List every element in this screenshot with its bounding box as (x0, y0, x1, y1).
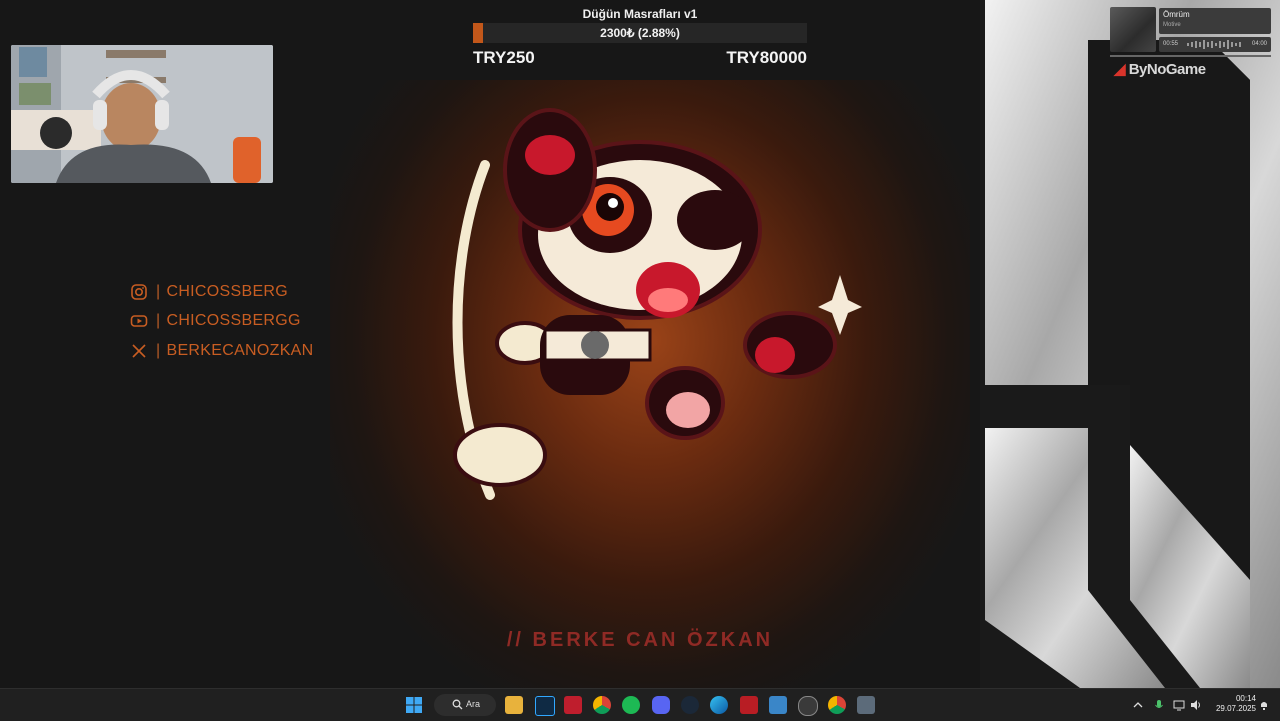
goal-title: Düğün Masrafları v1 (582, 7, 698, 21)
stream-overlay: Düğün Masrafları v1 2300₺ (2.88%) TRY250… (0, 0, 1280, 688)
photoshop-icon[interactable] (535, 696, 555, 716)
filezilla-icon[interactable] (564, 696, 582, 714)
windows-taskbar: Ara 00:14 29.07.2025 (0, 688, 1280, 721)
winamp-icon[interactable] (740, 696, 758, 714)
track-artist: Motive (1163, 22, 1181, 28)
x-icon (132, 344, 146, 358)
goal-amount: 2300₺ (2.88%) (600, 26, 680, 40)
track-progress: 00:55 04:00 (1159, 37, 1271, 52)
donation-goal-widget: Düğün Masrafları v1 2300₺ (2.88%) TRY250… (473, 6, 807, 67)
streamer-name-tagline: // BERKE CAN ÖZKAN (506, 629, 774, 651)
track-title: Ömrüm (1163, 10, 1190, 19)
network-icon[interactable] (1173, 699, 1185, 711)
app-icon[interactable] (769, 696, 787, 714)
social-links: | CHICOSSBERG | CHICOSSBERGG | BERKECANO… (130, 277, 314, 366)
track-info: Ömrüm Motive (1159, 8, 1271, 34)
clock-date: 29.07.2025 (1215, 704, 1256, 713)
right-logo-graphic (980, 0, 1280, 688)
goal-progress-bar: 2300₺ (2.88%) (473, 23, 807, 43)
waveform-icon (1187, 40, 1241, 49)
webcam-image (11, 45, 273, 183)
social-separator: | (156, 312, 161, 330)
bynogame-logo: ◢ ByNoGame (1114, 60, 1206, 78)
now-playing-progress-line (1110, 55, 1271, 57)
spotify-icon[interactable] (622, 696, 640, 714)
album-art (1110, 7, 1156, 52)
social-handle-youtube: CHICOSSBERGG (166, 312, 301, 330)
windows-start-icon[interactable] (405, 696, 423, 714)
taskbar-search[interactable]: Ara (434, 694, 496, 716)
notification-bell-icon[interactable] (1258, 699, 1270, 711)
social-separator: | (156, 282, 161, 300)
steam-icon[interactable] (681, 696, 699, 714)
brand-name: ByNoGame (1128, 61, 1206, 78)
social-separator: | (156, 341, 161, 359)
edge-icon[interactable] (710, 696, 728, 714)
social-youtube: | CHICOSSBERGG (130, 307, 314, 337)
bynogame-mark-icon: ◢ (1114, 61, 1126, 78)
webcam-feed (11, 45, 273, 183)
volume-icon[interactable] (1190, 699, 1202, 711)
file-explorer-icon[interactable] (505, 696, 523, 714)
calculator-icon[interactable] (857, 696, 875, 714)
track-elapsed: 00:55 (1163, 41, 1179, 47)
discord-icon[interactable] (652, 696, 670, 714)
search-icon (452, 699, 463, 710)
taskbar-clock[interactable]: 00:14 29.07.2025 (1206, 694, 1256, 714)
chrome-alt-icon[interactable] (828, 696, 846, 714)
obs-icon[interactable] (798, 696, 818, 716)
goal-max-label: TRY80000 (726, 48, 807, 67)
social-x: | BERKECANOZKAN (130, 336, 314, 366)
now-playing-widget: Ömrüm Motive 00:55 04:00 (1110, 7, 1271, 57)
track-duration: 04:00 (1251, 41, 1267, 47)
instagram-icon (131, 283, 147, 300)
goal-min-label: TRY250 (473, 48, 535, 67)
search-label: Ara (466, 699, 481, 709)
social-handle-instagram: CHICOSSBERG (166, 282, 289, 300)
chrome-icon[interactable] (593, 696, 611, 714)
social-handle-x: BERKECANOZKAN (166, 341, 314, 359)
panda-mascot-illustration (452, 108, 862, 500)
microphone-icon[interactable] (1153, 699, 1165, 711)
social-instagram: | CHICOSSBERG (130, 277, 314, 307)
chevron-up-icon[interactable] (1132, 699, 1144, 711)
clock-time: 00:14 (1235, 694, 1256, 703)
youtube-icon (130, 315, 148, 328)
